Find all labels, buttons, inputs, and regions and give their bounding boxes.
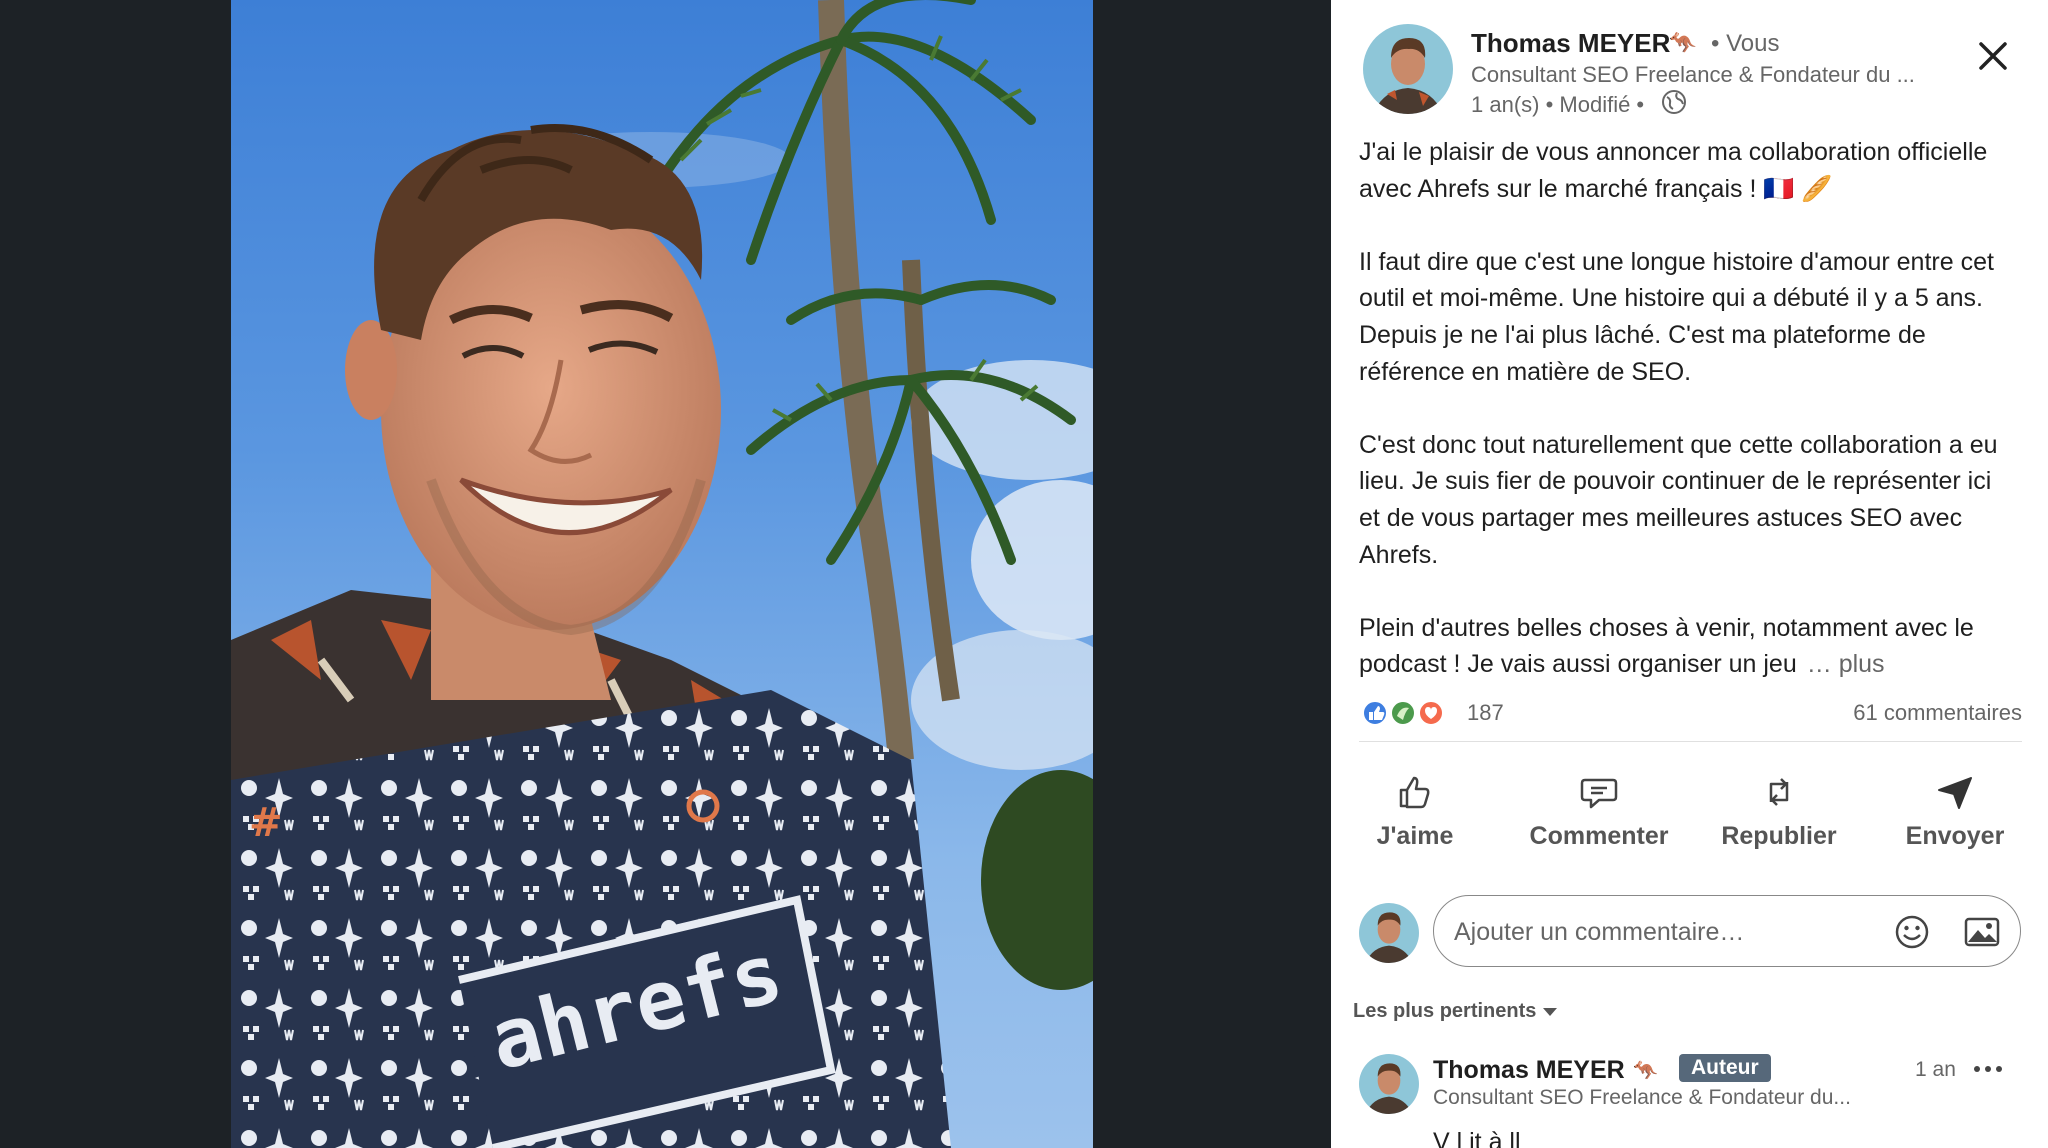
send-icon [1938,777,1972,809]
emoji-icon[interactable] [1892,912,1932,952]
commenter-avatar[interactable] [1359,1054,1419,1114]
repost-icon [1769,778,1789,806]
comment-input[interactable] [1452,910,1886,954]
more-options-icon[interactable] [1971,1062,2005,1076]
post-actions-bar: J'aime Commenter Republier Envoyer [1331,760,2048,880]
post-photo: ahrefs # [231,0,1093,1148]
commenter-name[interactable]: Thomas MEYER [1433,1056,1625,1085]
comment-button[interactable]: Commenter [1513,760,1685,870]
author-avatar[interactable] [1363,24,1453,114]
post-paragraph: J'ai le plaisir de vous annoncer ma coll… [1359,138,1988,203]
comment-input-box[interactable] [1433,895,2021,967]
author-headline: Consultant SEO Freelance & Fondateur du … [1471,62,1915,87]
author-name-emoji: 🦘 [1669,30,1697,55]
close-icon[interactable] [1971,34,2015,78]
commenter-name-emoji: 🦘 [1633,1060,1658,1082]
author-badge: Auteur [1679,1054,1771,1082]
repost-button[interactable]: Republier [1719,760,1839,870]
caret-down-icon [1543,1007,1558,1016]
like-label: J'aime [1376,822,1454,850]
divider [1359,741,2022,742]
reaction-icons[interactable] [1359,698,1449,728]
comment-label: Commenter [1529,822,1669,850]
comment-text: V l it à ll [1433,1128,1521,1148]
post-detail-panel: Thomas MEYER 🦘 • Vous Consultant SEO Fre… [1331,0,2048,1148]
post-timestamp: 1 an(s) • Modifié • [1471,92,1645,117]
image-icon[interactable] [1962,912,2002,952]
social-counts: 187 61 commentaires [1359,696,2022,730]
send-label: Envoyer [1905,822,2005,850]
repost-label: Republier [1721,822,1837,850]
media-viewer: ahrefs # [0,0,1331,1148]
send-button[interactable]: Envoyer [1893,760,2017,870]
post-body: J'ai le plaisir de vous annoncer ma coll… [1359,134,2019,720]
commenter-headline: Consultant SEO Freelance & Fondateur du.… [1433,1086,1851,1109]
sort-label: Les plus pertinents [1353,1000,1537,1022]
comment-composer [1331,895,2048,975]
author-relation: • Vous [1711,30,1780,57]
comments-count[interactable]: 61 commentaires [1853,700,2022,726]
comment-sort-dropdown[interactable]: Les plus pertinents [1353,1000,1558,1023]
post-paragraph: Il faut dire que c'est une longue histoi… [1359,247,1994,386]
comment-icon [1580,778,1618,809]
post-paragraph: C'est donc tout naturellement que cette … [1359,430,1998,569]
like-button[interactable]: J'aime [1359,760,1471,870]
see-more-link[interactable]: … plus [1807,650,1885,678]
author-name[interactable]: Thomas MEYER [1471,28,1670,59]
comment-timestamp: 1 an [1915,1058,1956,1081]
svg-text:#: # [249,800,283,846]
current-user-avatar [1359,903,1419,963]
globe-icon [1662,90,1686,114]
thumbs-up-icon [1399,776,1430,809]
comment-item: Thomas MEYER 🦘 Auteur 1 an Consultant SE… [1331,1044,2048,1148]
reactions-count[interactable]: 187 [1467,700,1504,726]
